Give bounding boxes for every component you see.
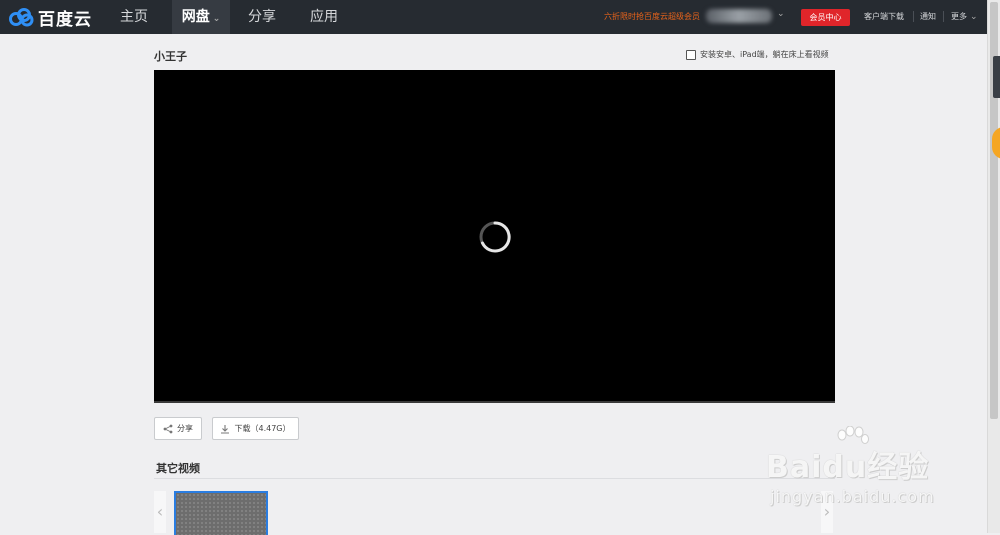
more-menu[interactable]: 更多 ⌄	[951, 11, 978, 22]
install-checkbox[interactable]	[686, 49, 696, 60]
nav-item-label: 主页	[120, 9, 148, 25]
divider	[913, 11, 914, 22]
chevron-down-icon: ⌄	[970, 12, 978, 22]
notifications-link[interactable]: 通知	[920, 11, 936, 22]
baidu-cloud-logo[interactable]: 百度云	[8, 5, 92, 30]
vip-center-button[interactable]: 会员中心	[801, 9, 850, 26]
share-button-label: 分享	[177, 424, 193, 433]
nav-item-home[interactable]: 主页	[108, 0, 160, 34]
top-navigation-bar: 百度云 主页 网盘 ⌄ 分享 应用 六折限时抢百度云超级会员 ⌄ 会员中心 客户端…	[0, 0, 988, 34]
loading-spinner-icon	[479, 221, 511, 253]
other-videos-heading: 其它视频	[156, 462, 200, 475]
client-download-link[interactable]: 客户端下载	[864, 11, 904, 22]
side-toolbar-widget[interactable]	[993, 56, 1000, 98]
baidu-jingyan-watermark: Baidu经验 jingyan.baidu.com	[766, 426, 956, 512]
video-thumbnail[interactable]	[174, 491, 268, 535]
nav-item-netdisk[interactable]: 网盘 ⌄	[172, 0, 230, 34]
download-icon	[221, 424, 230, 434]
video-title: 小王子	[154, 50, 187, 63]
chevron-left-icon: ‹	[156, 502, 164, 521]
nav-item-share[interactable]: 分享	[236, 0, 288, 34]
more-label: 更多	[951, 12, 967, 21]
player-progress-track[interactable]	[154, 401, 835, 403]
share-icon	[163, 424, 173, 433]
watermark-url: jingyan.baidu.com	[770, 487, 935, 506]
download-button[interactable]: 下载（4.47G）	[212, 417, 299, 440]
divider	[943, 11, 944, 22]
download-button-label: 下载（4.47G）	[234, 424, 291, 433]
promo-link[interactable]: 六折限时抢百度云超级会员	[604, 11, 700, 22]
section-divider	[154, 478, 835, 479]
install-option-label: 安装安卓、iPad端，躺在床上看视频	[700, 50, 829, 59]
brand-name: 百度云	[38, 9, 92, 30]
cloud-logo-icon	[9, 8, 34, 27]
share-button[interactable]: 分享	[154, 417, 202, 440]
nav-item-label: 分享	[248, 9, 276, 25]
install-app-option[interactable]: 安装安卓、iPad端，躺在床上看视频	[686, 49, 829, 60]
nav-item-label: 网盘	[181, 9, 210, 25]
nav-item-apps[interactable]: 应用	[298, 0, 350, 34]
chevron-down-icon: ⌄	[212, 14, 221, 24]
carousel-prev-button[interactable]: ‹	[154, 491, 166, 533]
nav-item-label: 应用	[310, 9, 338, 25]
username-blurred[interactable]	[706, 9, 772, 23]
watermark-brand: Baidu经验	[766, 450, 930, 485]
chevron-down-icon[interactable]: ⌄	[777, 9, 785, 19]
